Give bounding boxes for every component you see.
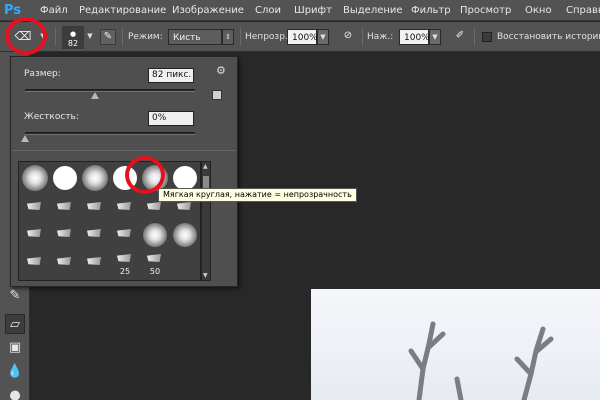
brush-size-number: 25 <box>119 267 131 276</box>
menu-help[interactable]: Справка <box>566 5 600 16</box>
brush-preset-hard-round[interactable] <box>111 165 139 191</box>
settings-gear-icon[interactable]: ⚙ <box>216 64 226 77</box>
brush-preset-tip[interactable] <box>21 222 49 248</box>
brush-preset-tip[interactable] <box>111 222 139 248</box>
options-separator <box>55 28 56 46</box>
brush-preset-tip[interactable] <box>81 195 109 221</box>
hardness-label: Жесткость: <box>24 112 79 122</box>
flow-input[interactable]: 100% <box>399 29 430 45</box>
menu-filter[interactable]: Фильтр <box>411 5 451 16</box>
brush-preset-tip[interactable] <box>111 195 139 221</box>
menu-view[interactable]: Просмотр <box>460 5 511 16</box>
photoshop-logo: Ps <box>4 3 22 18</box>
canvas-image <box>311 289 600 400</box>
brush-preset-picker-panel: Размер: 82 пикс. ⚙ Жесткость: 0% 25 50 ▲… <box>10 56 238 287</box>
menu-type[interactable]: Шрифт <box>294 5 332 16</box>
menu-image[interactable]: Изображение <box>172 5 244 16</box>
brush-panel-toggle-icon[interactable]: ✎ <box>100 29 116 45</box>
tool-preset-dropdown[interactable]: ▼ <box>37 29 49 45</box>
brush-preset-picker[interactable]: ● 82 <box>62 26 84 49</box>
eraser-tool-preset-icon[interactable]: ⌫ <box>13 29 33 47</box>
menu-file[interactable]: Файл <box>40 5 68 16</box>
antlers-illustration <box>408 321 554 400</box>
options-separator <box>362 28 363 46</box>
new-preset-icon[interactable] <box>212 90 222 100</box>
blur-tool-icon[interactable]: 💧 <box>5 362 25 382</box>
brush-preset-tip[interactable] <box>51 252 79 278</box>
opacity-input[interactable]: 100% <box>287 29 318 45</box>
hardness-input[interactable]: 0% <box>148 111 194 126</box>
opacity-label: Непрозр.: <box>245 32 291 42</box>
eraser-tool-icon[interactable]: ▱ <box>5 314 25 334</box>
menu-edit[interactable]: Редактирование <box>79 5 166 16</box>
brush-preset-tip[interactable] <box>21 195 49 221</box>
brush-preset-tip[interactable] <box>81 252 109 278</box>
mode-select[interactable]: Кисть <box>168 29 222 45</box>
options-separator <box>122 28 123 46</box>
restore-history-label: Восстановить историю <box>497 32 600 42</box>
brush-dot-icon: ● <box>69 30 77 38</box>
mode-select-arrows[interactable]: ⇕ <box>222 29 234 45</box>
options-separator <box>474 28 475 46</box>
menu-window[interactable]: Окно <box>525 5 552 16</box>
history-brush-tool-icon[interactable]: ✎ <box>5 286 25 306</box>
dodge-tool-icon[interactable]: ● <box>5 386 25 400</box>
brush-presets-grid: 25 50 <box>18 161 201 281</box>
brush-preset-tip[interactable] <box>81 222 109 248</box>
opacity-dropdown[interactable]: ▼ <box>317 29 329 45</box>
gradient-tool-icon[interactable]: ▣ <box>5 338 25 358</box>
brush-preset-tip[interactable] <box>51 195 79 221</box>
hardness-slider-track[interactable] <box>25 132 195 135</box>
brush-preset-hard-round[interactable] <box>51 165 79 191</box>
brush-grid-scrollbar[interactable]: ▲ ▼ <box>201 161 211 281</box>
flow-dropdown[interactable]: ▼ <box>429 29 441 45</box>
brush-preset-tip-50[interactable]: 50 <box>141 252 169 278</box>
size-label: Размер: <box>24 69 61 79</box>
flow-label: Наж.: <box>367 32 394 42</box>
options-separator <box>240 28 241 46</box>
brush-size-number: 50 <box>149 267 161 276</box>
size-input[interactable]: 82 пикс. <box>148 68 194 83</box>
brush-size-readout: 82 <box>67 39 79 48</box>
size-slider-track[interactable] <box>25 89 195 92</box>
scroll-up-icon[interactable]: ▲ <box>203 163 208 170</box>
brush-preset-soft-round[interactable] <box>171 222 199 248</box>
size-slider-thumb[interactable] <box>90 92 99 99</box>
brush-tooltip: Мягкая круглая, нажатие = непрозрачность <box>158 188 357 202</box>
mode-label: Режим: <box>128 32 163 42</box>
brush-preset-tip[interactable] <box>51 222 79 248</box>
brush-preset-soft-round[interactable] <box>21 165 49 191</box>
menu-select[interactable]: Выделение <box>343 5 403 16</box>
brush-preset-soft-round[interactable] <box>81 165 109 191</box>
panel-divider <box>12 150 236 151</box>
brush-picker-dropdown[interactable]: ▼ <box>84 29 96 45</box>
airbrush-icon[interactable]: ✐ <box>452 29 468 45</box>
restore-history-checkbox[interactable] <box>482 32 492 42</box>
menu-layers[interactable]: Слои <box>255 5 281 16</box>
tablet-pressure-opacity-icon[interactable]: ⊘ <box>340 29 356 45</box>
hardness-slider-thumb[interactable] <box>21 135 29 142</box>
brush-preset-tip[interactable] <box>21 252 49 278</box>
options-bar: ⌫ ▼ ● 82 ▼ ✎ Режим: Кисть ⇕ Непрозр.: 10… <box>0 22 600 52</box>
scroll-down-icon[interactable]: ▼ <box>203 272 208 279</box>
brush-preset-tip-25[interactable]: 25 <box>111 252 139 278</box>
brush-preset-soft-round[interactable] <box>141 222 169 248</box>
menu-bar: Ps Файл Редактирование Изображение Слои … <box>0 0 600 21</box>
